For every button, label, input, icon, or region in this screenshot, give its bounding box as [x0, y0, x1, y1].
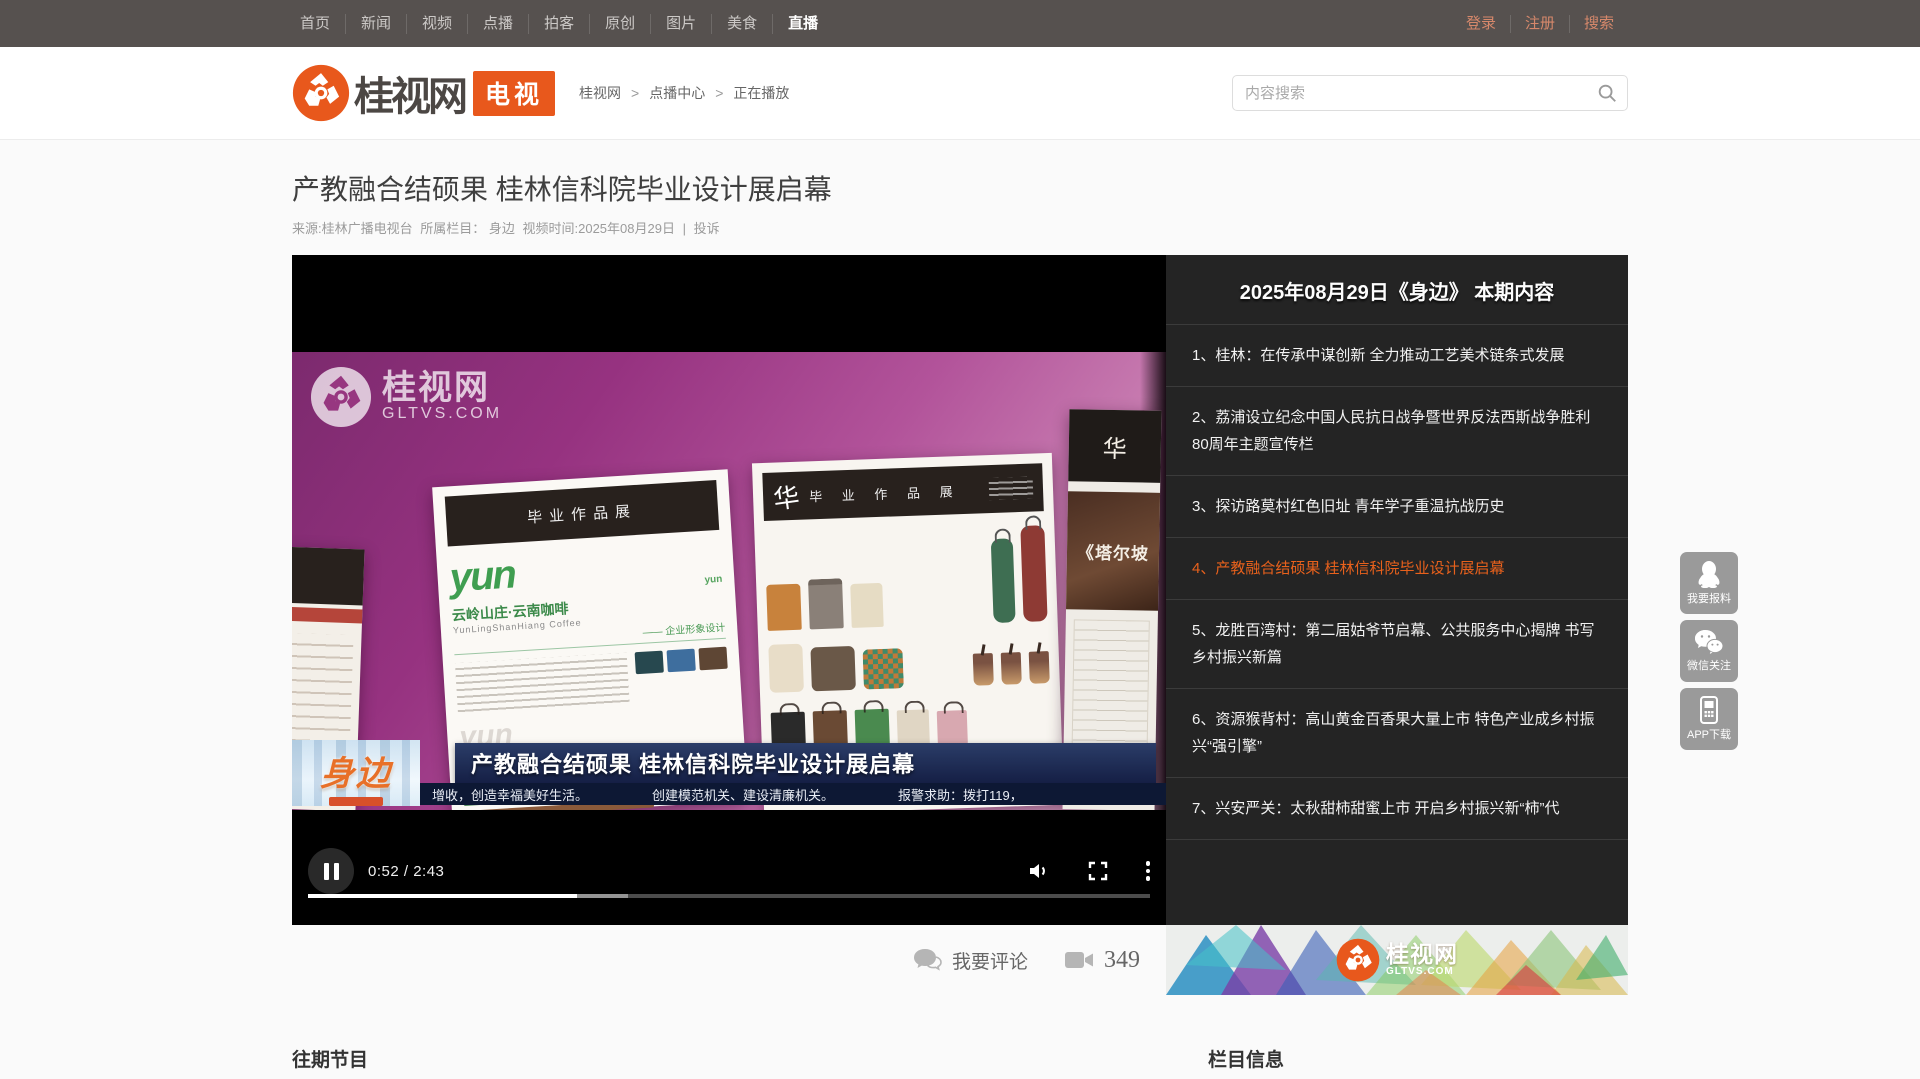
register-link[interactable]: 注册: [1510, 15, 1569, 33]
nav-item-live[interactable]: 直播: [772, 14, 833, 34]
wechat-follow-label: 微信关注: [1687, 657, 1731, 673]
news-headline-banner: 产教融合结硕果 桂林信科院毕业设计展启幕: [455, 743, 1156, 783]
program-logo: 身边: [292, 740, 420, 806]
watermark-text: 桂视网: [382, 371, 502, 405]
progress-bar[interactable]: [308, 894, 1150, 898]
breadcrumb-vod-center[interactable]: 点播中心: [649, 83, 705, 103]
comment-label: 我要评论: [952, 947, 1028, 974]
nav-item-video[interactable]: 视频: [406, 14, 467, 34]
top-navigation-bar: 首页 新闻 视频 点播 拍客 原创 图片 美食 直播 登录 注册 搜索: [0, 0, 1920, 47]
report-news-label: 我要报料: [1687, 590, 1731, 606]
watermark-subtext: GLTVS.COM: [382, 405, 502, 423]
main-nav: 首页 新闻 视频 点播 拍客 原创 图片 美食 直播: [292, 0, 833, 47]
pause-button[interactable]: [308, 848, 354, 894]
nav-item-vod[interactable]: 点播: [467, 14, 528, 34]
fullscreen-icon[interactable]: [1088, 861, 1108, 881]
volume-icon[interactable]: [1026, 859, 1050, 883]
view-counter: 349: [1064, 947, 1140, 974]
meta-time: 视频时间:2025年08月29日: [523, 221, 675, 236]
right-poster-title: 《塔尔坡: [1066, 491, 1160, 611]
program-logo-text: 身边: [292, 746, 420, 795]
banner-logo-text: 桂视网: [1386, 943, 1458, 966]
site-logo-badge: 电视: [473, 71, 555, 116]
video-frame: 毕业作品展 yun yun 云岭山庄·云南咖啡 YunLingShanHiang…: [292, 352, 1166, 810]
app-download-button[interactable]: APP下载: [1680, 688, 1738, 750]
banner-logo-subtext: GLTVS.COM: [1386, 966, 1458, 977]
app-download-label: APP下载: [1687, 726, 1731, 742]
time-display: 0:52 / 2:43: [368, 863, 444, 880]
playlist-item-2[interactable]: 2、荔浦设立纪念中国人民抗日战争暨世界反法西斯战争胜利80周年主题宣传栏: [1166, 387, 1628, 476]
site-logo-icon: [292, 64, 350, 122]
user-nav: 登录 注册 搜索: [1452, 15, 1628, 33]
poster-header: 毕 业 作 品 展: [809, 481, 961, 505]
news-ticker: 增收，创造幸福美好生活。 创建模范机关、建设清廉机关。 报警求助：拨打119，: [420, 783, 1166, 805]
nav-item-news[interactable]: 新闻: [345, 14, 406, 34]
station-watermark: 桂视网 GLTVS.COM: [310, 366, 502, 428]
player-controls: 0:52 / 2:43: [292, 810, 1166, 925]
yun-brand-logo: yun: [448, 553, 516, 602]
column-info-heading: 栏目信息: [1208, 1045, 1628, 1072]
playlist-header: 2025年08月29日《身边》 本期内容: [1166, 255, 1628, 325]
video-meta: 来源:桂林广播电视台 所属栏目： 身边 视频时间:2025年08月29日 | 投…: [292, 218, 1628, 237]
page-title: 产教融合结硕果 桂林信科院毕业设计展启幕: [292, 168, 1628, 208]
playlist-item-1[interactable]: 1、桂林：在传承中谋创新 全力推动工艺美术链条式发展: [1166, 325, 1628, 387]
video-camera-icon: [1064, 950, 1094, 970]
promo-banner[interactable]: 桂视网 GLTVS.COM: [1166, 925, 1628, 995]
yun-brand-logo-small: yun: [704, 574, 722, 586]
watermark-logo-icon: [310, 366, 372, 428]
report-news-button[interactable]: 我要报料: [1680, 552, 1738, 614]
login-link[interactable]: 登录: [1452, 15, 1510, 33]
past-episodes-heading: 往期节目: [292, 1045, 1138, 1072]
banner-logo-icon: [1336, 938, 1380, 982]
floating-action-rail: 我要报料 微信关注 APP下载: [1680, 552, 1738, 756]
breadcrumb-now-playing: 正在播放: [733, 83, 789, 103]
content-search: [1232, 75, 1628, 111]
nav-item-paike[interactable]: 拍客: [528, 14, 589, 34]
meta-source: 来源:桂林广播电视台: [292, 221, 413, 236]
breadcrumb-home[interactable]: 桂视网: [579, 83, 621, 103]
search-link[interactable]: 搜索: [1569, 15, 1628, 33]
site-logo[interactable]: 桂视网 电视: [292, 64, 555, 122]
search-input[interactable]: [1232, 75, 1628, 111]
nav-item-pictures[interactable]: 图片: [650, 14, 711, 34]
engagement-bar: 我要评论 349: [292, 925, 1166, 995]
nav-item-original[interactable]: 原创: [589, 14, 650, 34]
nav-item-food[interactable]: 美食: [711, 14, 772, 34]
wechat-follow-button[interactable]: 微信关注: [1680, 620, 1738, 682]
meta-separator: |: [683, 221, 686, 236]
breadcrumb: 桂视网 > 点播中心 > 正在播放: [579, 83, 789, 103]
search-icon[interactable]: [1596, 82, 1618, 104]
site-header: 桂视网 电视 桂视网 > 点播中心 > 正在播放: [0, 47, 1920, 140]
breadcrumb-separator: >: [631, 85, 639, 101]
comment-button[interactable]: 我要评论: [912, 947, 1028, 974]
more-options-icon[interactable]: [1146, 861, 1151, 881]
wechat-icon: [1694, 629, 1724, 655]
breadcrumb-separator: >: [715, 85, 723, 101]
playlist-item-4-active[interactable]: 4、产教融合结硕果 桂林信科院毕业设计展启幕: [1166, 538, 1628, 600]
nav-item-home[interactable]: 首页: [292, 14, 345, 34]
playlist-item-6[interactable]: 6、资源猴背村：高山黄金百香果大量上市 特色产业成乡村振兴“强引擎”: [1166, 689, 1628, 778]
meta-column[interactable]: 所属栏目： 身边: [420, 221, 515, 236]
playlist-item-3[interactable]: 3、探访路莫村红色旧址 青年学子重温抗战历史: [1166, 476, 1628, 538]
poster-calligraphy: 华: [771, 476, 802, 516]
ticker-text: 报警求助：拨打119，: [898, 785, 1023, 804]
ticker-text: 创建模范机关、建设清廉机关。: [652, 785, 834, 804]
ticker-text: 增收，创造幸福美好生活。: [432, 785, 588, 804]
view-count: 349: [1104, 947, 1140, 974]
mobile-phone-icon: [1697, 696, 1721, 724]
episode-playlist: 2025年08月29日《身边》 本期内容 1、桂林：在传承中谋创新 全力推动工艺…: [1166, 255, 1628, 925]
playlist-item-7[interactable]: 7、兴安严关：太秋甜柿甜蜜上市 开启乡村振兴新“柿”代: [1166, 778, 1628, 840]
site-logo-text: 桂视网: [354, 64, 465, 122]
right-poster-calligraphy: 华: [1068, 409, 1161, 483]
qq-icon: [1696, 560, 1722, 588]
comment-icon: [912, 947, 942, 973]
poster-header: 毕业作品展: [445, 480, 720, 547]
video-player[interactable]: 毕业作品展 yun yun 云岭山庄·云南咖啡 YunLingShanHiang…: [292, 255, 1166, 925]
progress-played: [308, 894, 577, 898]
report-link[interactable]: 投诉: [694, 221, 720, 236]
past-episodes-section: 往期节目: [292, 1045, 1138, 1079]
column-info-section: 栏目信息: [1208, 1045, 1628, 1079]
playlist-item-5[interactable]: 5、龙胜百湾村：第二届姑爷节启幕、公共服务中心揭牌 书写乡村振兴新篇: [1166, 600, 1628, 689]
